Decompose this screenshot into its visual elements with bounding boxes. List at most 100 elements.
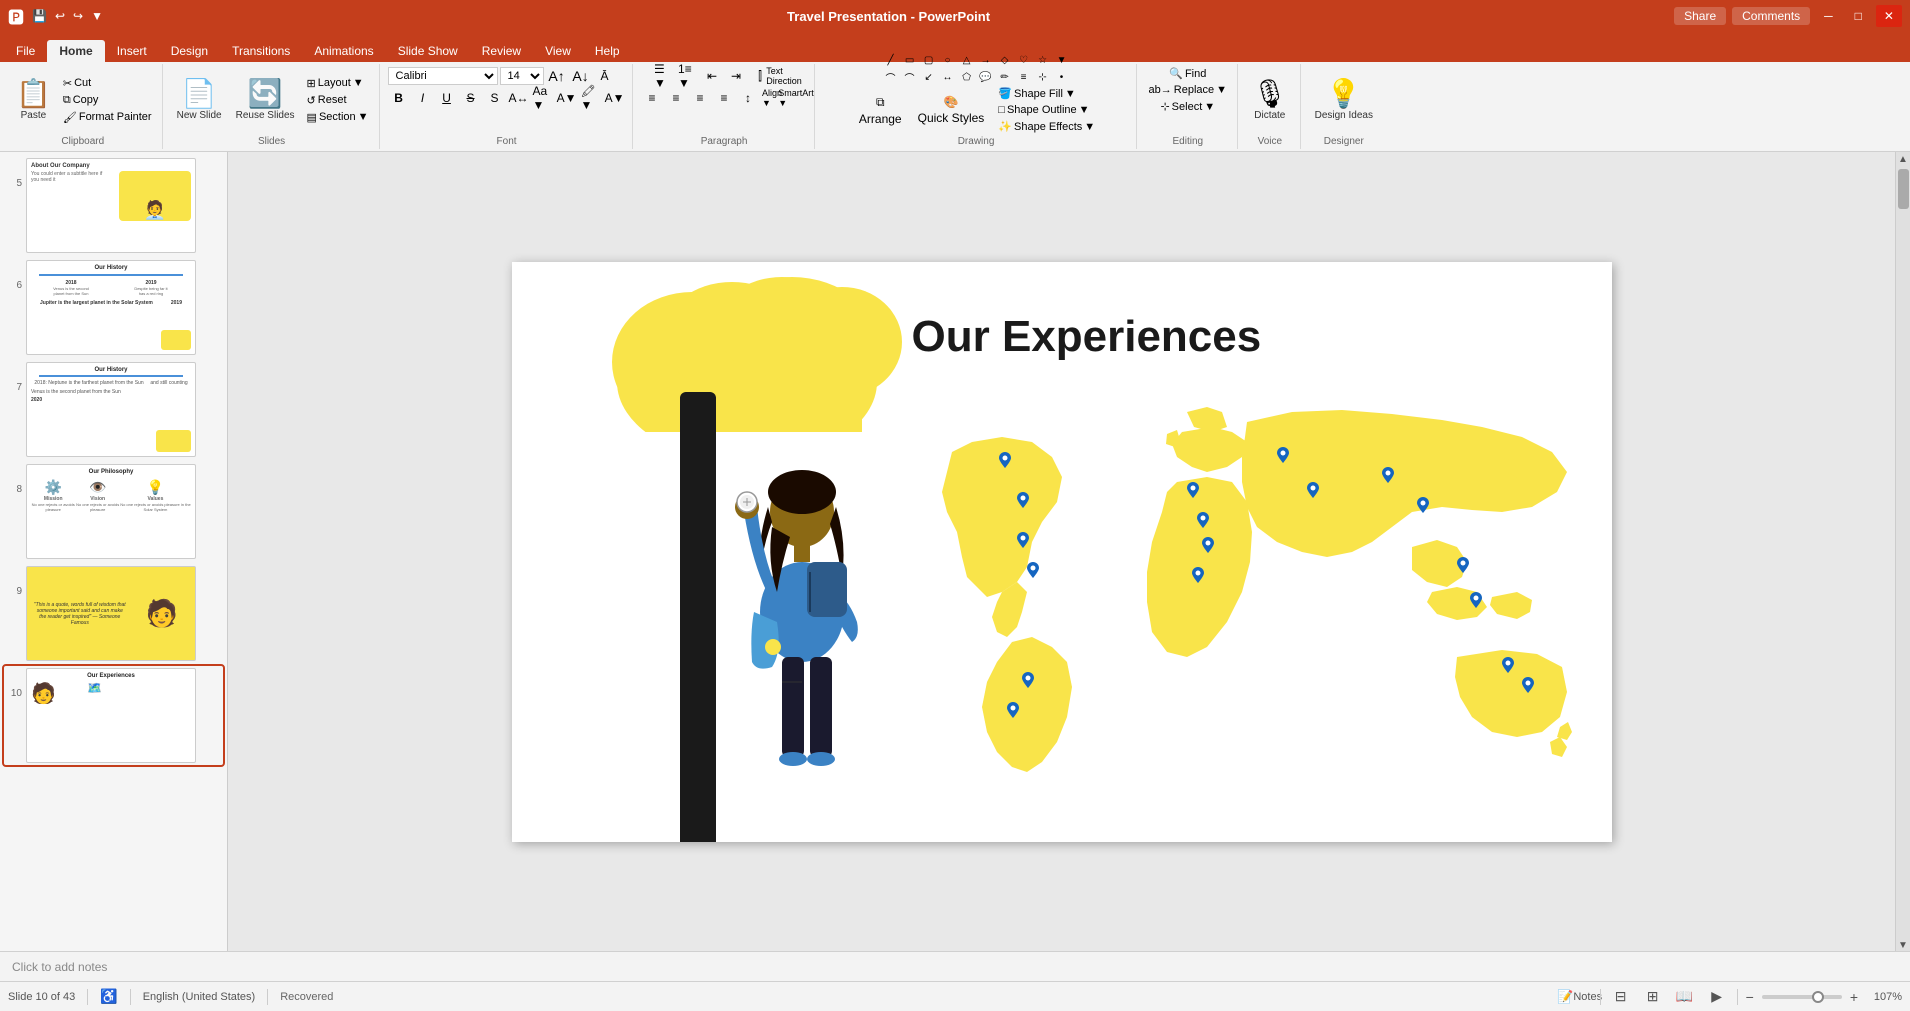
bullets-btn[interactable]: ☰ ▼ xyxy=(653,66,675,86)
slide-item-6[interactable]: 6 Our History 2018 Venus is the second p… xyxy=(4,258,223,357)
dictate-button[interactable]: 🎙 Dictate xyxy=(1246,66,1294,134)
decrease-indent-btn[interactable]: ⇤ xyxy=(701,66,723,86)
shape-effects-btn[interactable]: ✨ Shape Effects ▼ xyxy=(994,119,1099,134)
char-space-btn[interactable]: A↔ xyxy=(508,88,530,108)
quick-access-undo[interactable]: ↩ xyxy=(55,9,65,23)
replace-button[interactable]: ab→ Replace ▼ xyxy=(1145,83,1232,97)
share-button[interactable]: Share xyxy=(1674,7,1726,25)
tab-slideshow[interactable]: Slide Show xyxy=(386,40,470,62)
layout-button[interactable]: ⊞ Layout ▼ xyxy=(303,76,373,91)
text-direction-btn[interactable]: Text Direction xyxy=(773,66,795,86)
slide-item-7[interactable]: 7 Our History 2018: Neptune is the farth… xyxy=(4,360,223,459)
design-ideas-button[interactable]: 💡 Design Ideas xyxy=(1309,66,1379,134)
shape-bent[interactable]: ↙ xyxy=(920,69,938,85)
scroll-up-btn[interactable]: ▲ xyxy=(1898,154,1908,165)
scroll-down-btn[interactable]: ▼ xyxy=(1898,940,1908,951)
shape-eq[interactable]: ≡ xyxy=(1015,69,1033,85)
underline-btn[interactable]: U xyxy=(436,88,458,108)
quick-access-redo[interactable]: ↪ xyxy=(73,9,83,23)
close-btn[interactable]: ✕ xyxy=(1876,5,1902,27)
slide-sorter-btn[interactable]: ⊞ xyxy=(1641,987,1665,1007)
shape-line[interactable]: ╱ xyxy=(882,52,900,68)
language[interactable]: English (United States) xyxy=(143,991,256,1003)
quick-styles-button[interactable]: 🎨 Quick Styles xyxy=(912,92,991,128)
font-shrink-btn[interactable]: A↓ xyxy=(570,66,592,86)
current-slide[interactable]: Our Experiences xyxy=(512,262,1612,842)
zoom-in-btn[interactable]: + xyxy=(1850,989,1858,1005)
slide-item-8[interactable]: 8 Our Philosophy ⚙️ Mission No one rejec… xyxy=(4,462,223,561)
shape-curve[interactable]: ⌒ xyxy=(882,69,900,85)
copy-button[interactable]: ⧉Copy xyxy=(59,93,156,108)
quick-access-save[interactable]: 💾 xyxy=(32,9,47,23)
font-color2-btn[interactable]: A▼ xyxy=(604,88,626,108)
font-color-btn[interactable]: A▼ xyxy=(556,88,578,108)
shape-freeform[interactable]: ✏ xyxy=(996,69,1014,85)
shadow-btn[interactable]: S xyxy=(484,88,506,108)
shape-dot[interactable]: • xyxy=(1053,69,1071,85)
shape-triangle[interactable]: △ xyxy=(958,52,976,68)
shapes-more[interactable]: ▼ xyxy=(1053,52,1071,68)
font-case-btn[interactable]: Aa ▼ xyxy=(532,88,554,108)
shape-arrow[interactable]: → xyxy=(977,52,995,68)
shape-star[interactable]: ☆ xyxy=(1034,52,1052,68)
shape-dbl-arrow[interactable]: ↔ xyxy=(939,69,957,85)
shape-pentagon[interactable]: ⬠ xyxy=(958,69,976,85)
paste-button[interactable]: 📋 Paste xyxy=(10,66,57,134)
minimize-btn[interactable]: ─ xyxy=(1816,5,1841,27)
notes-bar[interactable]: Click to add notes xyxy=(0,951,1910,981)
convert-smartart-btn[interactable]: SmartArt ▼ xyxy=(785,88,807,108)
zoom-level[interactable]: 107% xyxy=(1866,991,1902,1003)
shape-oval[interactable]: ○ xyxy=(939,52,957,68)
slideshow-view-btn[interactable]: ▶ xyxy=(1705,987,1729,1007)
italic-btn[interactable]: I xyxy=(412,88,434,108)
notes-view-btn[interactable]: 📝 Notes xyxy=(1568,987,1592,1007)
scroll-thumb[interactable] xyxy=(1898,169,1909,209)
font-grow-btn[interactable]: A↑ xyxy=(546,66,568,86)
zoom-slider[interactable] xyxy=(1762,995,1842,999)
font-name-select[interactable]: Calibri xyxy=(388,67,498,85)
arrange-button[interactable]: ⧉ Arrange xyxy=(853,92,908,128)
shape-fill-btn[interactable]: 🪣 Shape Fill ▼ xyxy=(994,86,1099,101)
bold-btn[interactable]: B xyxy=(388,88,410,108)
accessibility-icon[interactable]: ♿ xyxy=(100,988,117,1005)
tab-view[interactable]: View xyxy=(533,40,583,62)
highlight-color-btn[interactable]: 🖍▼ xyxy=(580,88,602,108)
reuse-slides-button[interactable]: 🔄 Reuse Slides xyxy=(230,66,301,134)
align-right-btn[interactable]: ≡ xyxy=(689,88,711,108)
tab-home[interactable]: Home xyxy=(47,40,104,62)
shape-rect[interactable]: ▭ xyxy=(901,52,919,68)
normal-view-btn[interactable]: ⊟ xyxy=(1609,987,1633,1007)
zoom-out-btn[interactable]: − xyxy=(1746,989,1754,1005)
maximize-btn[interactable]: □ xyxy=(1847,5,1870,27)
shape-callout[interactable]: 💬 xyxy=(977,69,995,85)
tab-design[interactable]: Design xyxy=(159,40,220,62)
comments-button[interactable]: Comments xyxy=(1732,7,1810,25)
shape-misc[interactable]: ⊹ xyxy=(1034,69,1052,85)
clear-format-btn[interactable]: Ā xyxy=(594,66,616,86)
shape-heart[interactable]: ♡ xyxy=(1015,52,1033,68)
increase-indent-btn[interactable]: ⇥ xyxy=(725,66,747,86)
tab-help[interactable]: Help xyxy=(583,40,632,62)
align-center-btn[interactable]: ≡ xyxy=(665,88,687,108)
shape-outline-btn[interactable]: □ Shape Outline ▼ xyxy=(994,103,1099,117)
section-button[interactable]: ▤ Section ▼ xyxy=(303,110,373,125)
slide-item-9[interactable]: 9 "This is a quote, words full of wisdom… xyxy=(4,564,223,663)
format-painter-button[interactable]: 🖌Format Painter xyxy=(59,110,156,125)
quick-access-more[interactable]: ▼ xyxy=(91,9,103,23)
strikethrough-btn[interactable]: S xyxy=(460,88,482,108)
zoom-thumb[interactable] xyxy=(1812,991,1824,1003)
reset-button[interactable]: ↺ Reset xyxy=(303,93,373,108)
shape-diamond[interactable]: ◇ xyxy=(996,52,1014,68)
select-button[interactable]: ⊹ Select ▼ xyxy=(1156,99,1219,114)
font-size-select[interactable]: 14 xyxy=(500,67,544,85)
line-spacing-btn[interactable]: ↕ xyxy=(737,88,759,108)
tab-review[interactable]: Review xyxy=(470,40,533,62)
numbering-btn[interactable]: 1≡ ▼ xyxy=(677,66,699,86)
slide-item-5[interactable]: 5 About Our Company You could enter a su… xyxy=(4,156,223,255)
shape-rounded-rect[interactable]: ▢ xyxy=(920,52,938,68)
find-button[interactable]: 🔍 Find xyxy=(1165,66,1210,81)
new-slide-button[interactable]: 📄 New Slide xyxy=(171,66,228,134)
tab-insert[interactable]: Insert xyxy=(105,40,159,62)
cut-button[interactable]: ✂Cut xyxy=(59,76,156,91)
reading-view-btn[interactable]: 📖 xyxy=(1673,987,1697,1007)
